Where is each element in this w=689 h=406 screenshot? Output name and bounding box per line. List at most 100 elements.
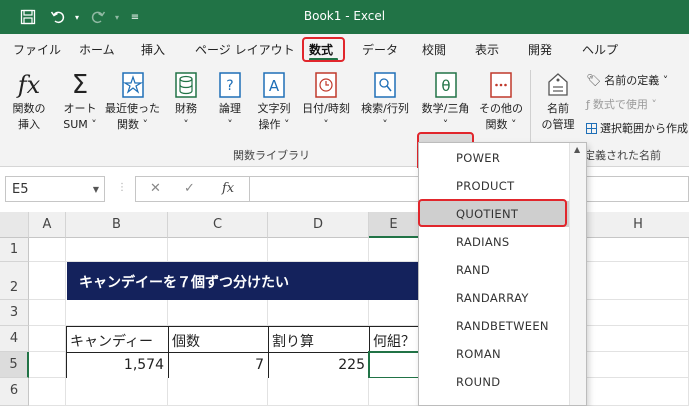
cell-a1[interactable] [29,238,66,262]
scroll-up-icon[interactable]: ▲ [574,145,580,154]
enter-icon[interactable]: ✓ [184,181,195,196]
fx-icon: fx [17,71,41,99]
cell-c6[interactable] [168,378,268,406]
insert-function-icon[interactable]: fx [222,181,234,196]
row-header-3[interactable]: 3 [0,300,29,326]
column-header-a[interactable]: A [29,212,66,238]
math-trig-button[interactable]: θ 数学/三角 ˅ [417,70,474,132]
dropdown-item-rounddown[interactable]: ROUNDDOWN [420,397,570,405]
tab-review[interactable]: 校閲 [422,41,446,58]
tab-help[interactable]: ヘルプ [582,41,618,58]
cell-c5[interactable]: 7 [168,352,269,379]
cell-d4[interactable]: 割り算 [268,326,370,353]
tab-insert[interactable]: 挿入 [141,41,165,58]
logical-button[interactable]: ? 論理 ˅ [212,70,248,132]
more-book-icon [486,70,516,100]
formula-tag-icon: ƒ [586,97,590,111]
row-header-1[interactable]: 1 [0,238,29,262]
cell-d5[interactable]: 225 [268,352,370,379]
column-header-h[interactable]: H [587,212,689,238]
cell-b6[interactable] [66,378,168,406]
math-trig-dropdown: POWER PRODUCT QUOTIENT RADIANS RAND RAND… [418,142,587,406]
cell-h1[interactable] [587,238,689,262]
cell-d6[interactable] [268,378,369,406]
cell-c1[interactable] [168,238,268,262]
cell-d1[interactable] [268,238,369,262]
group-label-defined-names: 定義された名前 [584,149,661,162]
ribbon-separator [530,70,531,142]
date-time-button[interactable]: 日付/時刻 ˅ [298,70,354,132]
cell-e6[interactable] [369,378,419,406]
row-header-2[interactable]: 2 [0,262,29,300]
cell-b4[interactable]: キャンディー [66,326,169,353]
tab-page-layout[interactable]: ページ レイアウト [195,41,295,58]
cell-h6[interactable] [587,378,689,406]
svg-text:A: A [269,77,280,95]
create-from-selection-button[interactable]: 選択範囲から作成 [586,120,688,136]
tab-data[interactable]: データ [362,41,398,58]
define-name-button[interactable]: 🏷 名前の定義 ˅ [586,72,668,88]
column-header-d[interactable]: D [268,212,369,238]
column-header-c[interactable]: C [168,212,268,238]
cell-c4[interactable]: 個数 [168,326,269,353]
question-book-icon: ? [215,70,245,100]
row-header-6[interactable]: 6 [0,378,29,406]
cell-h5[interactable] [587,352,689,378]
select-all-corner[interactable] [0,212,29,238]
cell-a3[interactable] [29,300,66,326]
column-header-e[interactable]: E [369,212,419,238]
dropdown-scrollbar[interactable]: ▲ [569,143,586,405]
dropdown-item-rand[interactable]: RAND [420,257,570,283]
cell-h3[interactable] [587,300,689,326]
name-manager-button[interactable]: 名前 の管理 [536,70,580,132]
row-header-5[interactable]: 5 [0,352,29,378]
autosum-button[interactable]: Σ オート SUM ˅ [60,70,100,132]
cell-h2[interactable] [587,262,689,300]
sigma-icon: Σ [71,70,89,100]
search-book-icon [370,70,400,100]
dropdown-item-product[interactable]: PRODUCT [420,173,570,199]
dropdown-item-radians[interactable]: RADIANS [420,229,570,255]
cell-d3[interactable] [268,300,369,326]
dropdown-item-roman[interactable]: ROMAN [420,341,570,367]
insert-function-button[interactable]: fx 関数の 挿入 [10,70,48,132]
cell-a2[interactable] [29,262,66,300]
financial-button[interactable]: 財務 ˅ [168,70,204,132]
title-banner[interactable]: キャンデイーを７個ずつ分けたい [67,262,419,300]
formula-bar-grip-icon: ⋮ [117,182,127,193]
cell-e4[interactable]: 何組？ [369,326,420,353]
cell-h4[interactable] [587,326,689,352]
column-header-b[interactable]: B [66,212,168,238]
cell-a4[interactable] [29,326,66,352]
cell-a5[interactable] [29,352,66,378]
more-functions-button[interactable]: その他の 関数 ˅ [478,70,524,132]
dropdown-item-round[interactable]: ROUND [420,369,570,395]
cell-b3[interactable] [66,300,168,326]
title-bar: ▾ ▾ ≡ Book1 - Excel [0,0,689,34]
name-box[interactable]: E5 ▼ [5,176,105,202]
cell-e3[interactable] [369,300,419,326]
cell-b5[interactable]: 1,574 [66,352,169,379]
lookup-reference-button[interactable]: 検索/行列 ˅ [357,70,413,132]
dropdown-item-power[interactable]: POWER [420,145,570,171]
row-header-4[interactable]: 4 [0,326,29,352]
formula-bar-buttons: ✕ ✓ fx [135,176,250,202]
svg-text:?: ? [226,78,233,94]
tab-view[interactable]: 表示 [475,41,499,58]
chevron-down-icon[interactable]: ▼ [93,185,99,194]
use-in-formula-button[interactable]: ƒ 数式で使用 ˅ [586,96,657,112]
tab-home[interactable]: ホーム [79,41,115,58]
cancel-icon[interactable]: ✕ [150,181,161,196]
text-button[interactable]: A 文字列 操作 ˅ [252,70,296,132]
dropdown-item-randbetween[interactable]: RANDBETWEEN [420,313,570,339]
cell-e5-active[interactable] [368,351,420,379]
cell-a6[interactable] [29,378,66,406]
cell-e1[interactable] [369,238,419,262]
tab-file[interactable]: ファイル [13,41,61,58]
cell-c3[interactable] [168,300,268,326]
tab-developer[interactable]: 開発 [528,41,552,58]
recently-used-button[interactable]: 最近使った 関数 ˅ [105,70,160,132]
cell-b1[interactable] [66,238,168,262]
dropdown-item-randarray[interactable]: RANDARRAY [420,285,570,311]
clock-book-icon [311,70,341,100]
